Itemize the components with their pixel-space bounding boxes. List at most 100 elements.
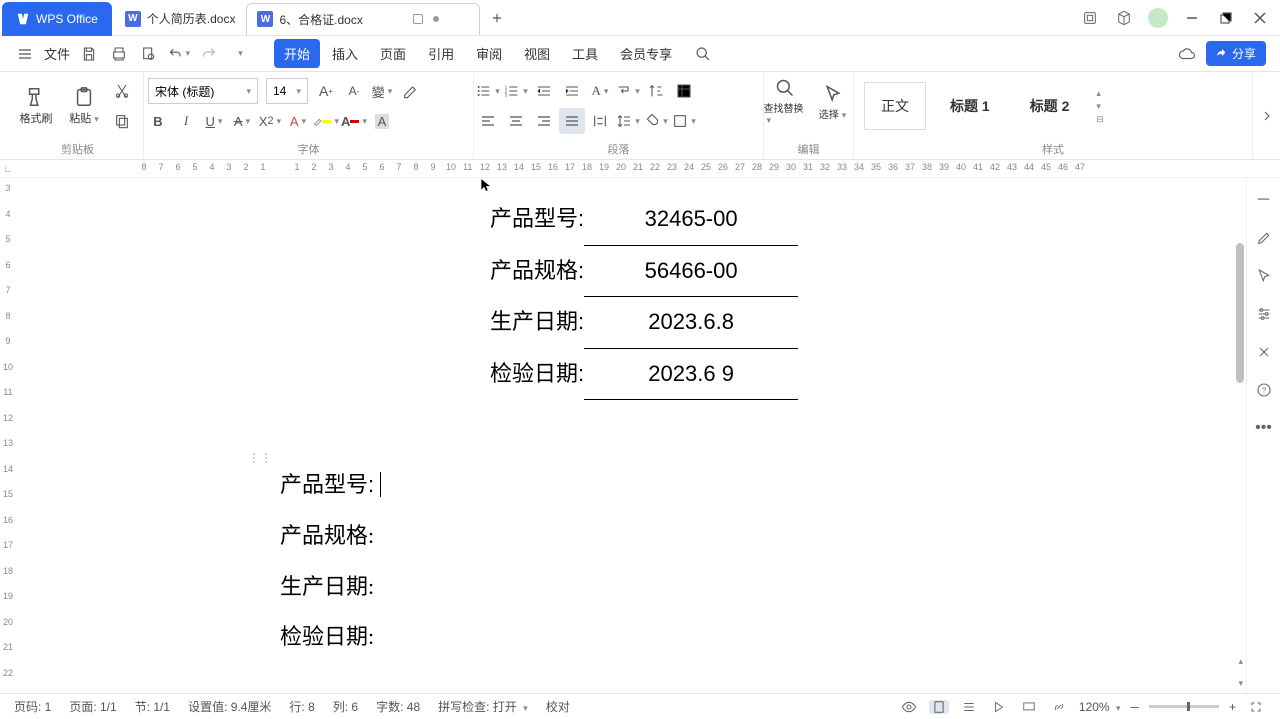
menu-review[interactable]: 审阅 — [466, 39, 512, 68]
paragraph-drag-handle-icon[interactable]: ⋮⋮ — [248, 451, 272, 465]
align-center-button[interactable] — [503, 108, 529, 134]
shading-button[interactable]: ▾ — [643, 108, 669, 134]
copy-button[interactable] — [109, 108, 135, 134]
strikethrough-button[interactable]: A▾ — [229, 108, 255, 134]
scroll-down-icon[interactable]: ▾ — [1238, 678, 1243, 689]
font-color-button[interactable]: A▾ — [341, 108, 367, 134]
sort-button[interactable] — [643, 78, 669, 104]
print-icon[interactable] — [108, 43, 130, 65]
zoom-out-button[interactable]: ─ — [1130, 700, 1139, 714]
format-brush-button[interactable]: 格式刷 — [15, 77, 57, 135]
field-label[interactable]: 产品型号: — [280, 472, 374, 497]
help-icon[interactable]: ? — [1254, 380, 1274, 400]
show-marks-button[interactable] — [671, 78, 697, 104]
zoom-minus-icon[interactable]: ─ — [1254, 190, 1274, 210]
underline-button[interactable]: U▾ — [201, 108, 227, 134]
bullet-list-button[interactable]: ▾ — [475, 78, 501, 104]
bold-button[interactable]: B — [145, 108, 171, 134]
menu-page[interactable]: 页面 — [370, 39, 416, 68]
file-menu[interactable]: 文件 — [44, 44, 70, 63]
document-tab-1[interactable]: W 个人简历表.docx — [114, 3, 247, 35]
styles-up-icon[interactable]: ▴ — [1096, 88, 1104, 99]
undo-icon[interactable]: ▾ — [168, 43, 190, 65]
superscript-button[interactable]: X2▾ — [257, 108, 283, 134]
screenshot-icon[interactable] — [1076, 4, 1104, 32]
align-right-button[interactable] — [531, 108, 557, 134]
menu-vip[interactable]: 会员专享 — [610, 39, 682, 68]
style-body[interactable]: 正文 — [864, 82, 926, 130]
field-label[interactable]: 检验日期: — [280, 612, 1080, 663]
ruler-horizontal[interactable]: ∟ 87654321123456789101112131415161718192… — [0, 160, 1280, 178]
text-direction-button[interactable]: A▾ — [587, 78, 613, 104]
status-proof[interactable]: 校对 — [546, 698, 570, 715]
increase-indent-button[interactable] — [559, 78, 585, 104]
line-break-button[interactable]: ▾ — [615, 78, 641, 104]
status-col[interactable]: 列: 6 — [333, 698, 358, 715]
line-spacing-button[interactable]: ▾ — [615, 108, 641, 134]
status-page-no[interactable]: 页码: 1 — [14, 698, 51, 715]
find-replace-button[interactable]: 查找替换▾ — [764, 76, 806, 128]
vertical-scrollbar[interactable]: ▴ ▾ — [1232, 178, 1246, 693]
close-button[interactable] — [1246, 4, 1274, 32]
font-name-select[interactable]: 宋体 (标题)▾ — [148, 78, 258, 104]
highlight-button[interactable]: ▾ — [313, 108, 339, 134]
status-words[interactable]: 字数: 48 — [376, 698, 420, 715]
app-tab[interactable]: WPS Office — [2, 2, 112, 36]
cloud-icon[interactable] — [1176, 43, 1198, 65]
link-icon[interactable] — [1049, 700, 1069, 714]
menu-ref[interactable]: 引用 — [418, 39, 464, 68]
tools-icon[interactable] — [1254, 342, 1274, 362]
document-canvas[interactable]: 产品型号:32465-00 产品规格:56466-00 生产日期:2023.6.… — [16, 178, 1232, 693]
ruler-vertical[interactable]: 345678910111213141516171819202122 — [0, 178, 16, 693]
text-effect-button[interactable]: A▾ — [285, 108, 311, 134]
select-button[interactable]: 选择▾ — [812, 76, 854, 128]
settings-icon[interactable] — [1254, 304, 1274, 324]
view-reading-icon[interactable] — [989, 700, 1009, 714]
more-quickaccess-icon[interactable]: ▾ — [228, 43, 250, 65]
tab-window-icon[interactable] — [413, 14, 423, 24]
view-outline-icon[interactable] — [959, 700, 979, 714]
phonetic-button[interactable]: 變▾ — [369, 78, 395, 104]
border-button[interactable]: ▾ — [671, 108, 697, 134]
save-icon[interactable] — [78, 43, 100, 65]
field-value[interactable]: 2023.6.8 — [584, 297, 798, 349]
status-row[interactable]: 行: 8 — [289, 698, 314, 715]
shrink-font-button[interactable]: A- — [341, 78, 367, 104]
zoom-in-button[interactable]: + — [1229, 700, 1236, 714]
clear-format-button[interactable] — [397, 78, 423, 104]
align-left-button[interactable] — [475, 108, 501, 134]
menu-tool[interactable]: 工具 — [562, 39, 608, 68]
number-list-button[interactable]: 123▾ — [503, 78, 529, 104]
styles-down-icon[interactable]: ▾ — [1096, 101, 1104, 112]
ribbon-expand-button[interactable] — [1252, 72, 1280, 159]
scrollbar-thumb[interactable] — [1236, 243, 1244, 383]
fullscreen-icon[interactable] — [1246, 701, 1266, 713]
status-spellcheck[interactable]: 拼写检查: 打开 ▾ — [438, 698, 528, 715]
hamburger-icon[interactable] — [14, 43, 36, 65]
style-heading1[interactable]: 标题 1 — [934, 82, 1006, 130]
cursor-select-icon[interactable] — [1254, 266, 1274, 286]
cube-icon[interactable] — [1110, 4, 1138, 32]
menu-insert[interactable]: 插入 — [322, 39, 368, 68]
zoom-level[interactable]: 120% ▾ — [1079, 700, 1121, 714]
more-icon[interactable]: ••• — [1254, 418, 1274, 438]
distribute-button[interactable] — [587, 108, 613, 134]
document-tab-2[interactable]: W 6、合格证.docx — [246, 3, 479, 35]
field-value[interactable]: 56466-00 — [584, 246, 798, 298]
styles-expand-icon[interactable]: ⊟ — [1096, 114, 1104, 125]
menu-view[interactable]: 视图 — [514, 39, 560, 68]
cut-button[interactable] — [109, 78, 135, 104]
grow-font-button[interactable]: A+ — [313, 78, 339, 104]
italic-button[interactable]: I — [173, 108, 199, 134]
style-heading2[interactable]: 标题 2 — [1014, 82, 1086, 130]
eye-icon[interactable] — [899, 699, 919, 715]
font-size-select[interactable]: 14▾ — [266, 78, 308, 104]
redo-icon[interactable] — [198, 43, 220, 65]
menu-start[interactable]: 开始 — [274, 39, 320, 68]
zoom-slider[interactable] — [1149, 705, 1219, 708]
paste-button[interactable]: 粘贴▾ — [63, 77, 105, 135]
char-shading-button[interactable]: A — [369, 108, 395, 134]
status-page[interactable]: 页面: 1/1 — [69, 698, 116, 715]
tab-close-dot-icon[interactable] — [433, 16, 439, 22]
avatar-icon[interactable] — [1144, 4, 1172, 32]
